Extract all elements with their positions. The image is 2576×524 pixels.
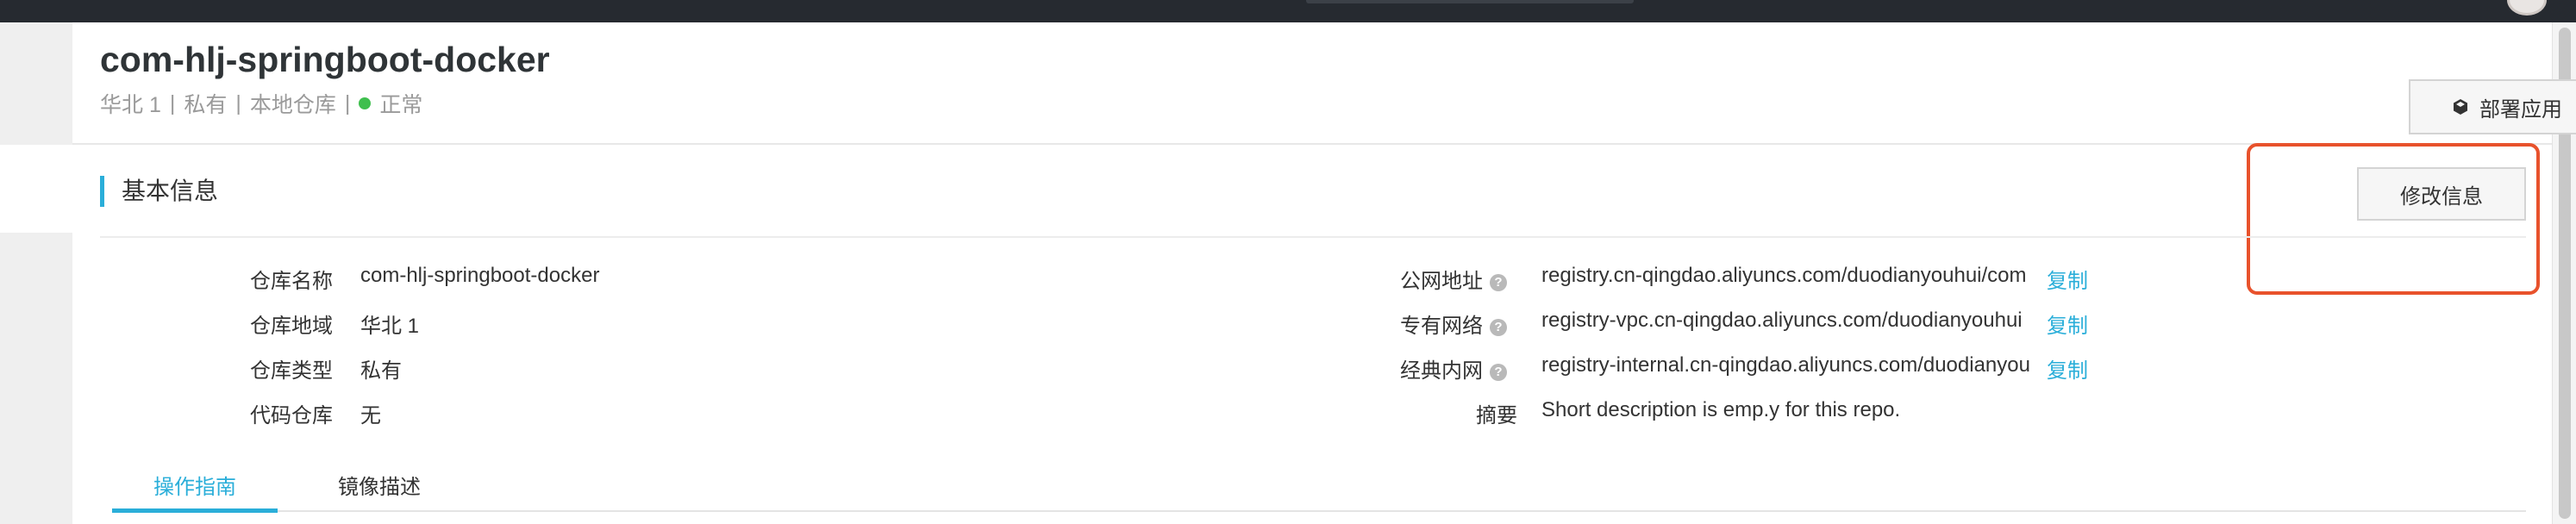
meta-separator: | xyxy=(344,90,351,115)
repo-type-value: 私有 xyxy=(360,359,402,383)
repo-region: 华北 1 xyxy=(100,93,161,117)
internal-address-label-text: 经典内网 xyxy=(1400,359,1483,383)
meta-separator: | xyxy=(169,90,176,115)
tab-image-description[interactable]: 镜像描述 xyxy=(310,471,448,508)
summary-value: Short description is emp.y for this repo… xyxy=(1541,398,1901,421)
help-icon[interactable]: ? xyxy=(1490,318,1507,336)
repo-region-label: 仓库地域 xyxy=(250,315,333,338)
repo-region-value: 华北 1 xyxy=(360,315,420,338)
repo-name-label: 仓库名称 xyxy=(250,270,333,293)
vpc-address-value: registry-vpc.cn-qingdao.aliyuncs.com/duo… xyxy=(1541,309,2023,332)
help-icon[interactable]: ? xyxy=(1490,363,1507,381)
code-repo-value: 无 xyxy=(360,404,381,427)
copy-vpc-address-link[interactable]: 复制 xyxy=(2047,309,2088,339)
repo-visibility: 私有 xyxy=(184,93,228,117)
summary-label: 摘要 xyxy=(1476,404,1517,427)
public-address-label: 公网地址? xyxy=(1400,264,1507,294)
section-divider xyxy=(100,236,2526,238)
copy-public-address-link[interactable]: 复制 xyxy=(2047,264,2088,294)
user-avatar[interactable] xyxy=(2507,0,2547,16)
vpc-address-label-text: 专有网络 xyxy=(1400,315,1483,338)
meta-separator: | xyxy=(235,90,241,115)
top-navigation-bar xyxy=(0,0,2576,22)
public-address-value: registry.cn-qingdao.aliyuncs.com/duodian… xyxy=(1541,264,2027,287)
section-title: 基本信息 xyxy=(100,176,218,207)
help-icon[interactable]: ? xyxy=(1490,273,1507,291)
repo-source: 本地仓库 xyxy=(249,93,336,117)
tab-bar: 操作指南 镜像描述 xyxy=(112,471,2526,513)
highlight-box xyxy=(2247,143,2540,295)
deploy-app-label: 部署应用 xyxy=(2479,97,2562,122)
vpc-address-label: 专有网络? xyxy=(1400,309,1507,339)
top-search-box[interactable] xyxy=(1306,0,1634,3)
page-title: com-hlj-springboot-docker xyxy=(100,40,550,79)
left-sidebar xyxy=(0,22,72,524)
copy-internal-address-link[interactable]: 复制 xyxy=(2047,353,2088,384)
code-repo-label: 代码仓库 xyxy=(250,404,333,427)
internal-address-label: 经典内网? xyxy=(1400,353,1507,384)
repo-header: com-hlj-springboot-docker 华北 1 | 私有 | 本地… xyxy=(72,22,2576,145)
cube-icon xyxy=(2454,99,2467,115)
internal-address-value: registry-internal.cn-qingdao.aliyuncs.co… xyxy=(1541,353,2030,377)
repo-meta: 华北 1 | 私有 | 本地仓库 | 正常 xyxy=(100,88,422,119)
status-dot-icon xyxy=(359,97,372,109)
repo-type-label: 仓库类型 xyxy=(250,359,333,383)
repo-name-value: com-hlj-springboot-docker xyxy=(360,264,600,287)
status-badge: 正常 xyxy=(379,93,423,117)
sidebar-notch xyxy=(0,145,72,233)
tab-operation-guide[interactable]: 操作指南 xyxy=(112,471,278,513)
deploy-app-button[interactable]: 部署应用 xyxy=(2409,79,2576,134)
public-address-label-text: 公网地址 xyxy=(1400,270,1483,293)
